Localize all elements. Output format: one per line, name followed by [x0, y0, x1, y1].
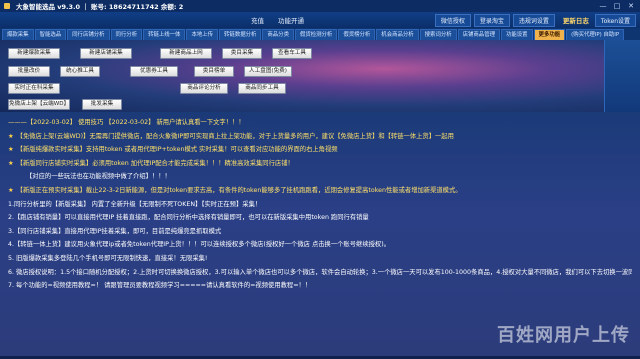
coupon-tool-button[interactable]: 优惠券工具	[130, 66, 178, 77]
tab-12[interactable]: 店铺商品管理	[457, 29, 500, 40]
view-car-tool-button[interactable]: 查看车工具	[272, 48, 312, 59]
announcement-text: 6. 微店授权说明：1.5个接口随机分配授权；2.上货时可切换换微店授权，3.可…	[8, 268, 632, 276]
tab-3[interactable]: 同行分析	[110, 29, 143, 40]
toolbar-panel: 新建爆款采集 新建店铺采集 新建商品上网 类目采集 查看车工具 批量改价 统心推…	[0, 40, 640, 112]
new-shop-collect-button[interactable]: 新建店铺采集	[80, 48, 132, 59]
close-icon[interactable]: ✕	[626, 2, 636, 10]
side-panel	[604, 40, 640, 112]
announcement-line: 7. 每个功能的=视频使用教程=！ 请跟管理员要教程视频学习=====请认真看软…	[8, 281, 632, 290]
batch-price-button[interactable]: 批量改价	[8, 66, 50, 77]
menu-bar: 充值 功能开通 微信授权 登录淘宝 违规词设置 更新日志 Token设置	[0, 12, 640, 28]
title-bar: 大象智能选品 v9.3.0 ｜ 账号: 18624711742 余额: 2 — …	[0, 0, 640, 12]
announcement-line: ★ 【新版纯爆款实时采集】支持用token 或者用代理IP+token模式 实时采…	[8, 145, 632, 154]
minimize-icon[interactable]: —	[598, 2, 608, 10]
announcement-text: 【新版同行店铺实时采集】必须用token 加代理IP配合才能完成采集！！！精准高…	[16, 159, 294, 167]
announcement-text: 4.【转链一体上货】建议用火象代理ip或者免token代理IP上货！！！可以连续…	[8, 241, 390, 249]
tab-10[interactable]: 机会商品分析	[376, 29, 419, 40]
manual-image-button[interactable]: 人工盘图(免费)	[244, 66, 292, 77]
tab-9[interactable]: 假货榜分析	[338, 29, 376, 40]
announcement-text: 【新版纯爆款实时采集】支持用token 或者用代理IP+token模式 实时采集…	[16, 146, 338, 154]
announcement-line: ★ 【新版同行店铺实时采集】必须用token 加代理IP配合才能完成采集！！！精准…	[8, 159, 632, 168]
announcement-line: ———【2022-03-02】 使用技巧 【2022-03-02】 新用户请认真…	[8, 118, 632, 127]
announcement-text: 3.【同行店铺采集】直接用代理IP挂着采集，即可，目前是纯爆竞是抓取模式	[8, 227, 222, 235]
announcement-text: 7. 每个功能的=视频使用教程=！ 请跟管理员要教程视频学习=====请认真看软…	[8, 282, 312, 290]
menu-activate-features[interactable]: 功能开通	[271, 15, 311, 25]
announcement-line: 2.【跑店铺有销量】可以直接用代理IP 挂着直接跑，配合同行分析中选择有销量即可…	[8, 213, 632, 222]
menu-recharge[interactable]: 充值	[244, 15, 271, 25]
star-icon: ★	[8, 132, 14, 140]
announcement-line: 1.同行分析里的【新版采集】 内置了全新升级【无限制不死TOKEN】【实时正在预…	[8, 200, 632, 209]
announcement-text: 2.【跑店铺有销量】可以直接用代理IP 挂着直接跑，配合同行分析中选择有销量即可…	[8, 214, 369, 222]
tab-6[interactable]: 转链数据分析	[219, 29, 262, 40]
announcement-line: 【对应的一些玩法也在功能视频中做了介绍】！！！	[8, 172, 632, 181]
tab-4[interactable]: 转链上线一体	[143, 29, 186, 40]
announcement-line: ★ 【新版正在预实时采集】截止22-3-2日新能源，但是对token要求去高，有条…	[8, 186, 632, 195]
star-icon: ★	[8, 159, 14, 167]
wholesale-collect-button[interactable]: 批发采集	[82, 99, 122, 110]
login-taobao-button[interactable]: 登录淘宝	[473, 13, 510, 27]
tab-1[interactable]: 智能选品	[34, 29, 67, 40]
app-logo-icon	[4, 3, 10, 9]
function-tabs: 爆款采集 智能选品 同行店铺分析 同行分析 转链上线一体 本地上传 转链数据分析 商品分类 假货…	[0, 28, 640, 40]
announcement-text: 【新版正在预实时采集】截止22-3-2日新能源，但是对token要求去高，有条件…	[16, 186, 462, 194]
new-product-online-button[interactable]: 新建商品上网	[160, 48, 212, 59]
tab-11[interactable]: 搜索词分析	[419, 29, 457, 40]
token-settings-button[interactable]: Token设置	[594, 13, 636, 27]
tab-15[interactable]: (购买代理IP) 自助IP	[566, 29, 625, 40]
announcement-line: 6. 微店授权说明：1.5个接口随机分配授权；2.上货时可切换换微店授权，3.可…	[8, 268, 632, 277]
announcement-text: 【对应的一些玩法也在功能视频中做了介绍】！！！	[26, 173, 171, 181]
tab-2[interactable]: 同行店铺分析	[67, 29, 110, 40]
star-icon: ★	[8, 146, 14, 154]
update-log-link[interactable]: 更新日志	[563, 15, 589, 25]
free-weidian-upload-button[interactable]: 免微店上架【云端WD】	[8, 99, 70, 110]
watermark: 百姓网用户上传	[497, 325, 630, 346]
announcement-line: 5. 旧版爆款采集多登陆几个手机号即可无限制快速，直接采！无限采集!	[8, 254, 632, 263]
announcement-line: 4.【转链一体上货】建议用火象代理ip或者免token代理IP上货！！！可以连续…	[8, 240, 632, 249]
announcement-line: 3.【同行店铺采集】直接用代理IP挂着采集，即可，目前是纯爆竞是抓取模式	[8, 227, 632, 236]
new-hot-collect-button[interactable]: 新建爆款采集	[8, 48, 60, 59]
tab-14[interactable]: 更多功能	[533, 29, 566, 40]
announcement-text: 5. 旧版爆款采集多登陆几个手机号即可无限制快速，直接采！无限采集!	[8, 254, 208, 262]
product-sync-button[interactable]: 商品同步工具	[238, 83, 286, 94]
push-tool-button[interactable]: 统心推工具	[60, 66, 100, 77]
tab-5[interactable]: 本地上传	[186, 29, 219, 40]
window-controls: — □ ✕	[598, 2, 636, 10]
banned-words-settings-button[interactable]: 违规词设置	[512, 13, 555, 27]
announcement-text: 1.同行分析里的【新版采集】 内置了全新升级【无限制不死TOKEN】【实时正在预…	[8, 200, 262, 208]
wechat-auth-button[interactable]: 微信授权	[434, 13, 471, 27]
tab-13[interactable]: 功能设置	[500, 29, 533, 40]
announcement-text: ———【2022-03-02】 使用技巧 【2022-03-02】 新用户请认真…	[8, 119, 245, 126]
category-ranking-button[interactable]: 类目榜单	[194, 66, 234, 77]
maximize-icon[interactable]: □	[612, 2, 622, 10]
announcement-line: ★ 【免微店上架(云端WD)】无需再门提供微店，配合火象微IP即可实现商上拉上架功…	[8, 132, 632, 141]
star-icon: ★	[8, 186, 14, 194]
tab-8[interactable]: 假货检测分析	[294, 29, 338, 40]
category-collect-button[interactable]: 类目采集	[222, 48, 262, 59]
tab-0[interactable]: 爆款采集	[2, 29, 34, 40]
announcement-text: 【免微店上架(云端WD)】无需再门提供微店，配合火象微IP即可实现商上拉上架功能…	[16, 132, 454, 140]
tab-7[interactable]: 商品分类	[262, 29, 294, 40]
window-title: 大象智能选品 v9.3.0 ｜ 账号: 18624711742 余额: 2	[16, 3, 184, 11]
review-analysis-button[interactable]: 商品评论分析	[180, 83, 228, 94]
realtime-collect-button[interactable]: 实时正在科采集	[8, 83, 60, 94]
